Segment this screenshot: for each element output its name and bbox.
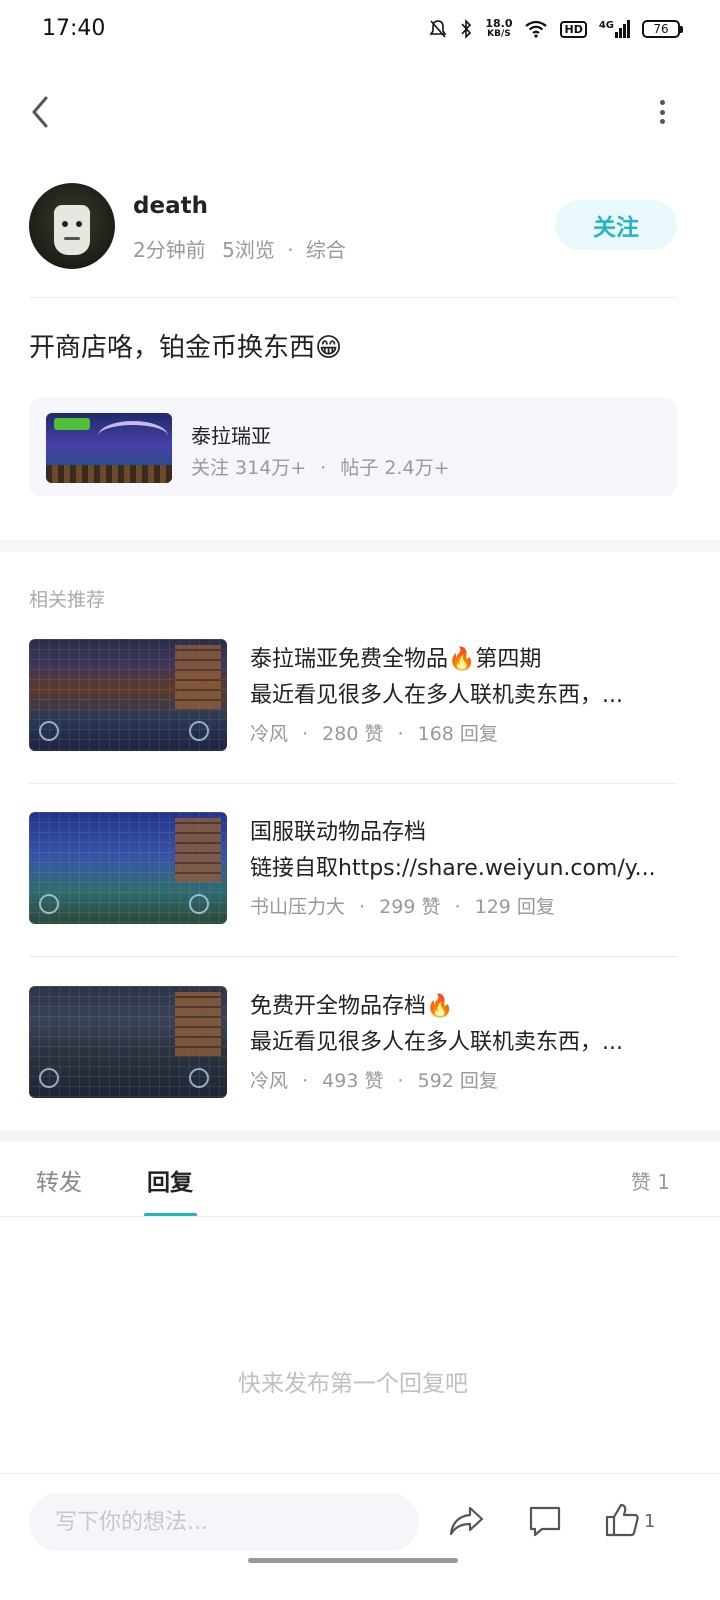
divider (29, 297, 677, 298)
recommended-likes: 299 赞 (379, 896, 441, 918)
recommended-author: 书山压力大 (250, 896, 346, 918)
follow-button[interactable]: 关注 (555, 200, 677, 250)
bluetooth-icon (461, 19, 472, 39)
recommended-author: 冷风 (250, 723, 289, 745)
more-dots-icon[interactable] (654, 96, 670, 128)
game-card[interactable] (29, 398, 677, 496)
author-name[interactable]: death (133, 193, 208, 219)
wifi-icon (525, 20, 548, 38)
status-time: 17:40 (42, 16, 106, 41)
game-thumbnail (46, 413, 172, 483)
mute-bell-icon (429, 20, 447, 38)
game-name: 泰拉瑞亚 (191, 424, 271, 448)
post-category: 综合 (305, 238, 346, 262)
network-speed: 18.0 KB/S (485, 18, 512, 40)
tab-likes[interactable]: 赞 1 (631, 1166, 670, 1195)
author-meta: 2分钟前 5浏览 · 综合 (133, 238, 346, 262)
divider (0, 1216, 720, 1217)
divider (0, 1473, 720, 1474)
empty-replies-hint: 快来发布第一个回复吧 (238, 1371, 468, 1397)
post-title: 开商店咯，铂金币换东西😁 (29, 333, 343, 363)
recommended-replies: 168 回复 (417, 723, 498, 745)
recommended-thumbnail (29, 639, 227, 751)
game-posts: 帖子 2.4万+ (340, 457, 450, 479)
status-icons: 18.0 KB/S HD 4G 76 (429, 18, 683, 40)
recommended-excerpt: 最近看见很多人在多人联机卖东西，... (250, 683, 623, 708)
hd-badge: HD (560, 20, 587, 38)
recommended-meta: 书山压力大 · 299 赞 · 129 回复 (250, 896, 555, 918)
cell-signal-icon: 4G (599, 20, 630, 38)
game-followers: 关注 314万+ (191, 457, 307, 479)
tab-repost[interactable]: 转发 (36, 1163, 82, 1197)
recommended-likes: 280 赞 (322, 723, 384, 745)
back-arrow-icon[interactable] (24, 92, 60, 132)
battery-level: 76 (653, 22, 669, 36)
share-icon[interactable] (448, 1502, 486, 1540)
recommended-author: 冷风 (250, 1070, 289, 1092)
recommended-title: 免费开全物品存档🔥 (250, 994, 454, 1019)
network-type: 4G (598, 20, 614, 31)
comment-input[interactable] (29, 1493, 419, 1551)
section-separator (0, 1130, 720, 1142)
recommended-title: 泰拉瑞亚免费全物品🔥第四期 (250, 647, 542, 672)
comment-icon[interactable] (527, 1503, 563, 1539)
recommended-excerpt: 最近看见很多人在多人联机卖东西，... (250, 1030, 623, 1055)
recommended-item[interactable]: 国服联动物品存档 链接自取https://share.weiyun.com/y.… (29, 812, 677, 926)
tab-reply[interactable]: 回复 (147, 1163, 193, 1197)
recommended-likes: 493 赞 (322, 1070, 384, 1092)
speed-unit: KB/S (487, 29, 511, 39)
recommended-heading: 相关推荐 (29, 589, 106, 611)
home-indicator[interactable] (248, 1558, 458, 1563)
recommended-item[interactable]: 泰拉瑞亚免费全物品🔥第四期 最近看见很多人在多人联机卖东西，... 冷风 · 2… (29, 639, 677, 753)
post-time: 2分钟前 (133, 238, 206, 262)
recommended-meta: 冷风 · 280 赞 · 168 回复 (250, 723, 498, 745)
recommended-thumbnail (29, 812, 227, 924)
game-stats: 关注 314万+ · 帖子 2.4万+ (191, 457, 450, 479)
thumbs-up-icon[interactable] (604, 1501, 640, 1539)
recommended-title: 国服联动物品存档 (250, 820, 427, 845)
recommended-excerpt: 链接自取https://share.weiyun.com/y... (250, 856, 656, 881)
recommended-thumbnail (29, 986, 227, 1098)
recommended-item[interactable]: 免费开全物品存档🔥 最近看见很多人在多人联机卖东西，... 冷风 · 493 赞… (29, 986, 677, 1100)
divider (29, 956, 677, 957)
speed-value: 18.0 (485, 17, 513, 30)
recommended-replies: 592 回复 (417, 1070, 498, 1092)
avatar[interactable] (29, 183, 115, 269)
status-bar: 17:40 18.0 KB/S HD 4G 76 (0, 0, 720, 62)
divider (29, 783, 677, 784)
battery-icon: 76 (642, 20, 683, 38)
like-number: 1 (644, 1511, 656, 1532)
section-separator (0, 540, 720, 552)
recommended-replies: 129 回复 (474, 896, 555, 918)
recommended-meta: 冷风 · 493 赞 · 592 回复 (250, 1070, 498, 1092)
view-count: 5浏览 (222, 238, 275, 262)
